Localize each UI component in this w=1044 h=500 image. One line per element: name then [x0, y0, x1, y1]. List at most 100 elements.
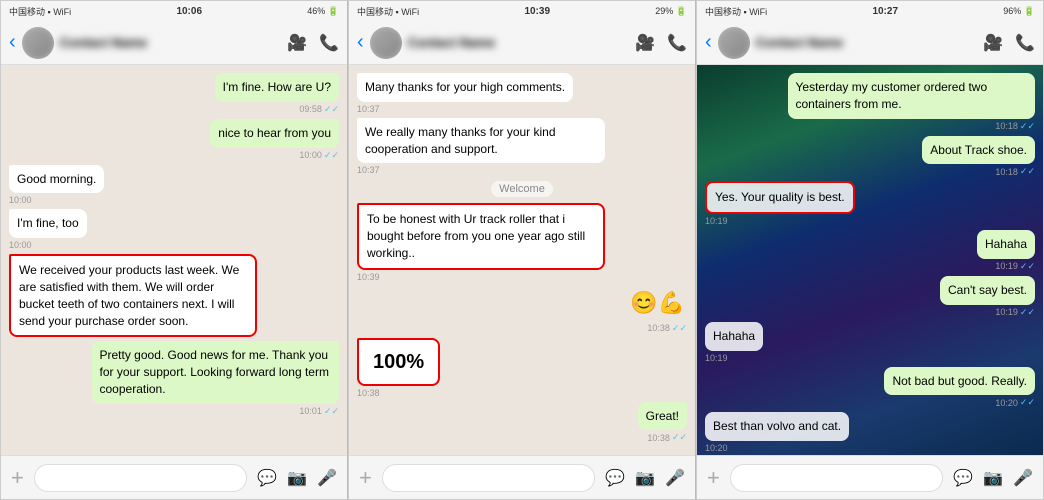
message-row: To be honest with Ur track roller that i…: [357, 203, 687, 281]
plus-icon[interactable]: +: [359, 465, 372, 491]
message-meta: 10:20✓✓: [995, 397, 1035, 408]
carrier-signal: 中国移动 ▪ WiFi: [357, 5, 419, 18]
plus-icon[interactable]: +: [11, 465, 24, 491]
phone-call-icon[interactable]: 📞: [1015, 33, 1035, 53]
message-bubble: Great!: [638, 402, 687, 431]
avatar: [22, 27, 54, 59]
status-time: 10:06: [176, 6, 202, 17]
contact-name: Contact Name: [756, 35, 977, 50]
message-time: 10:19: [705, 353, 728, 363]
message-meta: 10:38✓✓: [647, 432, 687, 443]
message-checkmarks: ✓✓: [324, 150, 339, 161]
message-bubble: Yes. Your quality is best.: [705, 181, 855, 214]
message-row: Best than volvo and cat. 10:20: [705, 412, 1035, 453]
message-meta: 10:19: [705, 353, 728, 363]
message-input-box[interactable]: [382, 464, 595, 492]
battery-status: 46% 🔋: [307, 6, 339, 17]
message-meta: 10:01✓✓: [299, 406, 339, 417]
message-meta: 10:00: [9, 195, 32, 205]
bubble-icon[interactable]: 💬: [605, 468, 625, 488]
battery-status: 29% 🔋: [655, 6, 687, 17]
message-bubble: I'm fine, too: [9, 209, 87, 238]
mic-icon[interactable]: 🎤: [317, 468, 337, 488]
message-row: Many thanks for your high comments.10:37: [357, 73, 687, 114]
phone-panel-1: 中国移动 ▪ WiFi 10:06 46% 🔋 ‹ Contact Name 🎥…: [0, 0, 348, 500]
message-checkmarks: ✓✓: [672, 323, 687, 334]
chat-header: ‹ Contact Name 🎥 📞: [1, 21, 347, 65]
message-time: 10:19: [995, 261, 1018, 271]
chat-input-bar: + 💬 📷 🎤: [349, 455, 695, 499]
message-row: 100%10:38: [357, 338, 687, 398]
plus-icon[interactable]: +: [707, 465, 720, 491]
message-bubble: Best than volvo and cat.: [705, 412, 849, 441]
mic-icon[interactable]: 🎤: [665, 468, 685, 488]
bubble-icon[interactable]: 💬: [257, 468, 277, 488]
message-meta: 10:38: [357, 388, 380, 398]
phone-call-icon[interactable]: 📞: [667, 33, 687, 53]
message-input-box[interactable]: [730, 464, 943, 492]
message-time: 10:01: [299, 406, 322, 416]
video-call-icon[interactable]: 🎥: [287, 33, 307, 53]
camera-icon[interactable]: 📷: [287, 468, 307, 488]
message-checkmarks: ✓✓: [324, 406, 339, 417]
contact-name: Contact Name: [408, 35, 629, 50]
message-meta: 10:20: [705, 443, 728, 453]
message-bubble: Not bad but good. Really.: [884, 367, 1035, 396]
message-checkmarks: ✓✓: [1020, 261, 1035, 272]
message-meta: 10:19✓✓: [995, 261, 1035, 272]
video-call-icon[interactable]: 🎥: [983, 33, 1003, 53]
mic-icon[interactable]: 🎤: [1013, 468, 1033, 488]
message-row: Pretty good. Good news for me. Thank you…: [9, 341, 339, 416]
message-meta: 10:19✓✓: [995, 307, 1035, 318]
message-row: Not bad but good. Really.10:20✓✓: [705, 367, 1035, 409]
camera-icon[interactable]: 📷: [983, 468, 1003, 488]
chat-input-bar: + 💬 📷 🎤: [1, 455, 347, 499]
message-row: We really many thanks for your kind coop…: [357, 118, 687, 176]
message-bubble: Hahaha: [977, 230, 1035, 259]
message-meta: 09:58✓✓: [299, 104, 339, 115]
message-time: 10:00: [299, 150, 322, 160]
message-time: 10:19: [995, 307, 1018, 317]
message-meta: 10:37: [357, 104, 380, 114]
video-call-icon[interactable]: 🎥: [635, 33, 655, 53]
status-bar: 中国移动 ▪ WiFi 10:06 46% 🔋: [1, 1, 347, 21]
message-row: Hahaha10:19: [705, 322, 1035, 363]
message-time: 10:19: [705, 216, 728, 226]
status-time: 10:27: [872, 6, 898, 17]
back-button[interactable]: ‹: [357, 31, 364, 54]
message-row: Yesterday my customer ordered two contai…: [705, 73, 1035, 132]
message-row: I'm fine. How are U? 09:58✓✓: [9, 73, 339, 115]
message-row: 😊💪10:38✓✓: [357, 286, 687, 334]
message-meta: 10:18✓✓: [995, 166, 1035, 177]
message-checkmarks: ✓✓: [324, 104, 339, 115]
message-meta: 10:37: [357, 165, 380, 175]
message-row: I'm fine, too10:00: [9, 209, 339, 250]
message-input-box[interactable]: [34, 464, 247, 492]
bubble-icon[interactable]: 💬: [953, 468, 973, 488]
back-button[interactable]: ‹: [9, 31, 16, 54]
message-meta: 10:19: [705, 216, 728, 226]
message-meta: 10:39: [357, 272, 380, 282]
phone-panel-2: 中国移动 ▪ WiFi 10:39 29% 🔋 ‹ Contact Name 🎥…: [348, 0, 696, 500]
phone-call-icon[interactable]: 📞: [319, 33, 339, 53]
message-meta: 10:18✓✓: [995, 121, 1035, 132]
back-button[interactable]: ‹: [705, 31, 712, 54]
message-time: 10:37: [357, 165, 380, 175]
phone-panel-3: 中国移动 ▪ WiFi 10:27 96% 🔋 ‹ Contact Name 🎥…: [696, 0, 1044, 500]
chat-header: ‹ Contact Name 🎥 📞: [349, 21, 695, 65]
camera-icon[interactable]: 📷: [635, 468, 655, 488]
message-time: 09:58: [299, 104, 322, 114]
message-time: 10:38: [647, 323, 670, 333]
message-bubble: We really many thanks for your kind coop…: [357, 118, 605, 164]
message-time: 10:18: [995, 167, 1018, 177]
message-time: 10:38: [357, 388, 380, 398]
message-bubble: To be honest with Ur track roller that i…: [357, 203, 605, 269]
message-bubble: We received your products last week. We …: [9, 254, 257, 337]
message-row: Can't say best.10:19✓✓: [705, 276, 1035, 318]
message-bubble: Good morning.: [9, 165, 104, 194]
message-row: Great!10:38✓✓: [357, 402, 687, 444]
message-row: nice to hear from you10:00✓✓: [9, 119, 339, 161]
carrier-signal: 中国移动 ▪ WiFi: [9, 5, 71, 18]
message-bubble: I'm fine. How are U?: [215, 73, 339, 102]
avatar: [370, 27, 402, 59]
